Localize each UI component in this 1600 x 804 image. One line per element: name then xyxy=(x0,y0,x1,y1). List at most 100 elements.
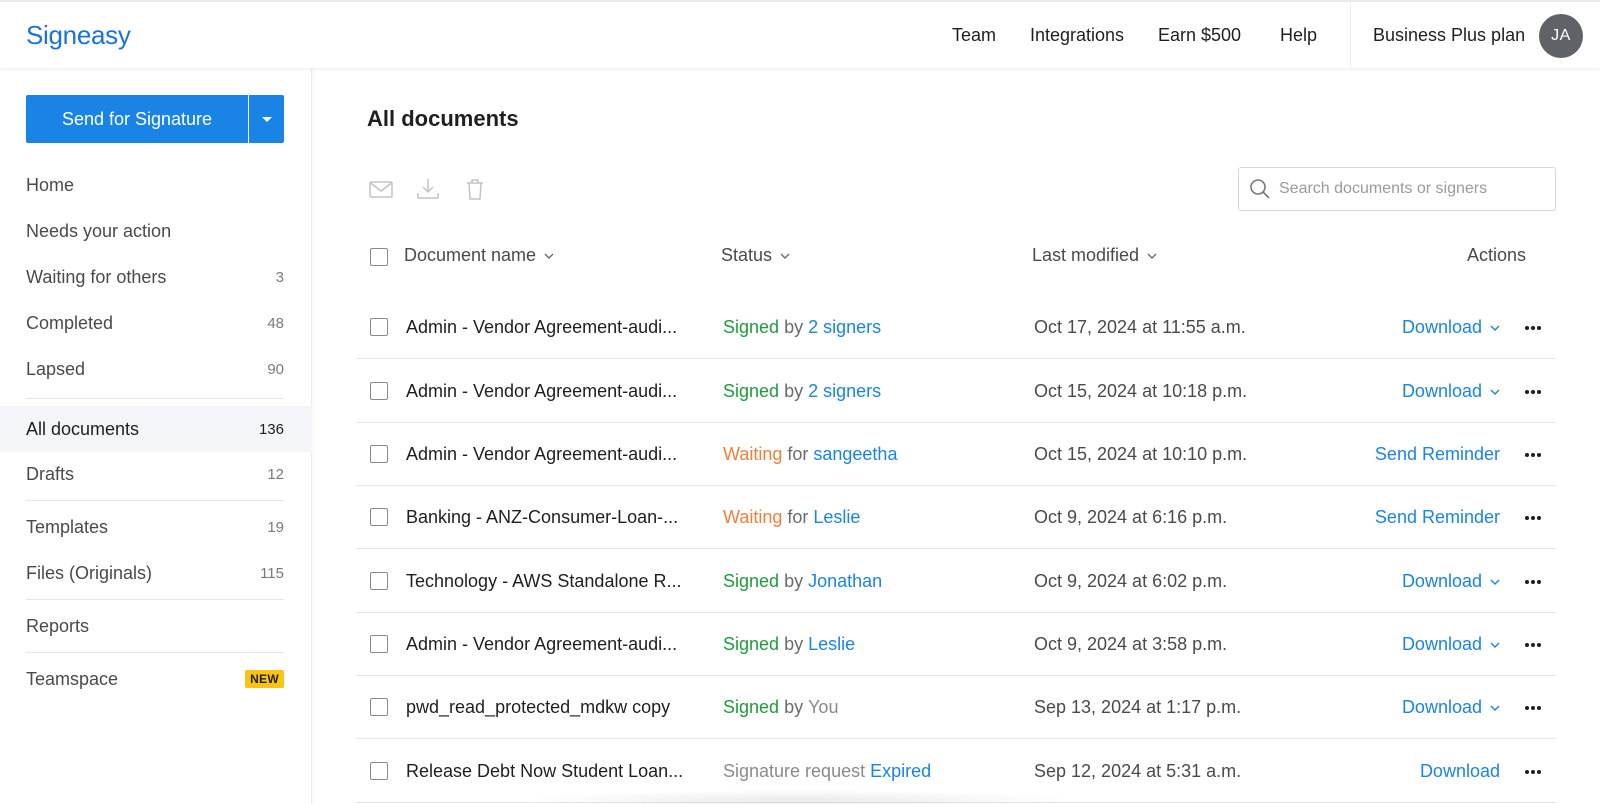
download-icon[interactable] xyxy=(415,176,441,202)
sidebar-item-label: Home xyxy=(26,174,75,195)
chevron-down-icon[interactable] xyxy=(1490,389,1500,395)
sidebar-item-drafts[interactable]: Drafts 12 xyxy=(0,452,312,496)
sidebar-item-waiting[interactable]: Waiting for others 3 xyxy=(0,255,312,299)
status-party[interactable]: Leslie xyxy=(808,634,855,655)
document-name[interactable]: Admin - Vendor Agreement-audi... xyxy=(406,423,677,486)
more-icon[interactable] xyxy=(1524,550,1542,613)
row-checkbox[interactable] xyxy=(370,572,388,590)
table-row[interactable]: pwd_read_protected_mdkw copy Signed by Yo… xyxy=(356,676,1556,739)
table-row[interactable]: Admin - Vendor Agreement-audi... Signed b… xyxy=(356,613,1556,676)
sidebar-item-files[interactable]: Files (Originals) 115 xyxy=(0,551,312,595)
column-status[interactable]: Status xyxy=(721,245,790,266)
status-party[interactable]: Jonathan xyxy=(808,571,882,592)
document-name[interactable]: Admin - Vendor Agreement-audi... xyxy=(406,296,677,359)
search-input[interactable] xyxy=(1279,180,1549,198)
logo[interactable]: Signeasy xyxy=(26,20,131,51)
row-action-button[interactable]: Download xyxy=(1402,296,1500,359)
sidebar-item-templates[interactable]: Templates 19 xyxy=(0,505,312,549)
column-label: Last modified xyxy=(1032,245,1140,265)
status-party[interactable]: sangeetha xyxy=(813,444,897,465)
more-icon[interactable] xyxy=(1524,676,1542,739)
select-all-checkbox[interactable] xyxy=(370,248,388,266)
sidebar-item-label: Drafts xyxy=(26,463,75,484)
status-state: Signed xyxy=(723,571,780,591)
status-state: Signed xyxy=(723,317,780,337)
more-icon[interactable] xyxy=(1524,296,1542,359)
action-label: Download xyxy=(1401,571,1482,591)
status-party[interactable]: Leslie xyxy=(813,507,860,528)
email-icon[interactable] xyxy=(368,176,394,202)
row-action-button[interactable]: Send Reminder xyxy=(1375,486,1500,549)
column-label: Document name xyxy=(404,245,537,265)
divider xyxy=(26,652,284,653)
sidebar-item-all-documents[interactable]: All documents 136 xyxy=(0,406,312,452)
status-party[interactable]: 2 signers xyxy=(808,317,881,338)
row-action-button[interactable]: Download xyxy=(1402,550,1500,613)
chevron-down-icon[interactable] xyxy=(1490,642,1500,648)
trash-icon[interactable] xyxy=(462,176,488,202)
more-icon[interactable] xyxy=(1524,423,1542,486)
row-checkbox[interactable] xyxy=(370,698,388,716)
document-name[interactable]: Banking - ANZ-Consumer-Loan-... xyxy=(406,486,678,549)
action-label: Download xyxy=(1401,697,1482,717)
sidebar-item-needs-action[interactable]: Needs your action xyxy=(0,209,312,253)
column-document-name[interactable]: Document name xyxy=(404,245,554,266)
chevron-down-icon[interactable] xyxy=(1490,705,1500,711)
nav-help[interactable]: Help xyxy=(1280,25,1317,46)
sidebar-item-home[interactable]: Home xyxy=(0,163,312,207)
document-name[interactable]: Admin - Vendor Agreement-audi... xyxy=(406,360,677,423)
sidebar-item-label: Files (Originals) xyxy=(26,562,153,583)
search-icon xyxy=(1250,179,1270,199)
more-icon[interactable] xyxy=(1524,360,1542,423)
action-label: Send Reminder xyxy=(1374,507,1500,527)
sidebar: Send for Signature Home Needs your actio… xyxy=(0,68,312,804)
nav-integrations[interactable]: Integrations xyxy=(1030,25,1124,46)
status: Signed by Jonathan xyxy=(723,550,882,613)
row-checkbox[interactable] xyxy=(370,318,388,336)
sidebar-item-lapsed[interactable]: Lapsed 90 xyxy=(0,347,312,391)
status-party[interactable]: Expired xyxy=(870,761,931,782)
column-last-modified[interactable]: Last modified xyxy=(1032,245,1157,266)
table-row[interactable]: Technology - AWS Standalone R... Signed b… xyxy=(356,550,1556,613)
more-icon[interactable] xyxy=(1524,613,1542,676)
send-options-dropdown[interactable] xyxy=(249,95,284,143)
row-checkbox[interactable] xyxy=(370,762,388,780)
more-icon[interactable] xyxy=(1524,740,1542,803)
row-action-button[interactable]: Download xyxy=(1402,613,1500,676)
sidebar-item-completed[interactable]: Completed 48 xyxy=(0,301,312,345)
row-checkbox[interactable] xyxy=(370,445,388,463)
document-name[interactable]: Admin - Vendor Agreement-audi... xyxy=(406,613,677,676)
sidebar-item-count: 136 xyxy=(258,420,284,438)
row-action-button[interactable]: Download xyxy=(1402,360,1500,423)
last-modified: Oct 9, 2024 at 6:16 p.m. xyxy=(1034,507,1228,527)
chevron-down-icon[interactable] xyxy=(1490,325,1500,331)
status-party[interactable]: 2 signers xyxy=(808,381,881,402)
document-name[interactable]: Technology - AWS Standalone R... xyxy=(406,550,681,613)
send-for-signature-button[interactable]: Send for Signature xyxy=(26,95,248,143)
chevron-down-icon[interactable] xyxy=(1490,579,1500,585)
avatar[interactable]: JA xyxy=(1539,14,1583,58)
nav-team[interactable]: Team xyxy=(952,25,996,46)
row-checkbox[interactable] xyxy=(370,382,388,400)
status-state: Waiting xyxy=(723,444,783,464)
row-action-button[interactable]: Download xyxy=(1402,676,1500,739)
status-state: Signature request xyxy=(723,761,866,781)
nav-earn[interactable]: Earn $500 xyxy=(1158,25,1241,46)
row-action-button[interactable]: Download xyxy=(1420,740,1500,803)
more-icon xyxy=(1525,642,1541,647)
sidebar-item-reports[interactable]: Reports xyxy=(0,604,312,648)
sidebar-item-teamspace[interactable]: Teamspace NEW xyxy=(0,657,312,701)
row-checkbox[interactable] xyxy=(370,635,388,653)
table-row[interactable]: Admin - Vendor Agreement-audi... Signed b… xyxy=(356,360,1556,423)
table-row[interactable]: Admin - Vendor Agreement-audi... Signed b… xyxy=(356,296,1556,359)
document-name[interactable]: pwd_read_protected_mdkw copy xyxy=(406,676,670,739)
row-action-button[interactable]: Send Reminder xyxy=(1375,423,1500,486)
table-row[interactable]: Banking - ANZ-Consumer-Loan-... Waiting f… xyxy=(356,486,1556,549)
column-label: Status xyxy=(721,245,773,265)
row-checkbox[interactable] xyxy=(370,508,388,526)
more-icon[interactable] xyxy=(1524,486,1542,549)
search-box[interactable] xyxy=(1238,167,1556,211)
action-label: Download xyxy=(1401,317,1482,337)
table-row[interactable]: Admin - Vendor Agreement-audi... Waiting … xyxy=(356,423,1556,486)
plan-label[interactable]: Business Plus plan xyxy=(1373,25,1525,46)
